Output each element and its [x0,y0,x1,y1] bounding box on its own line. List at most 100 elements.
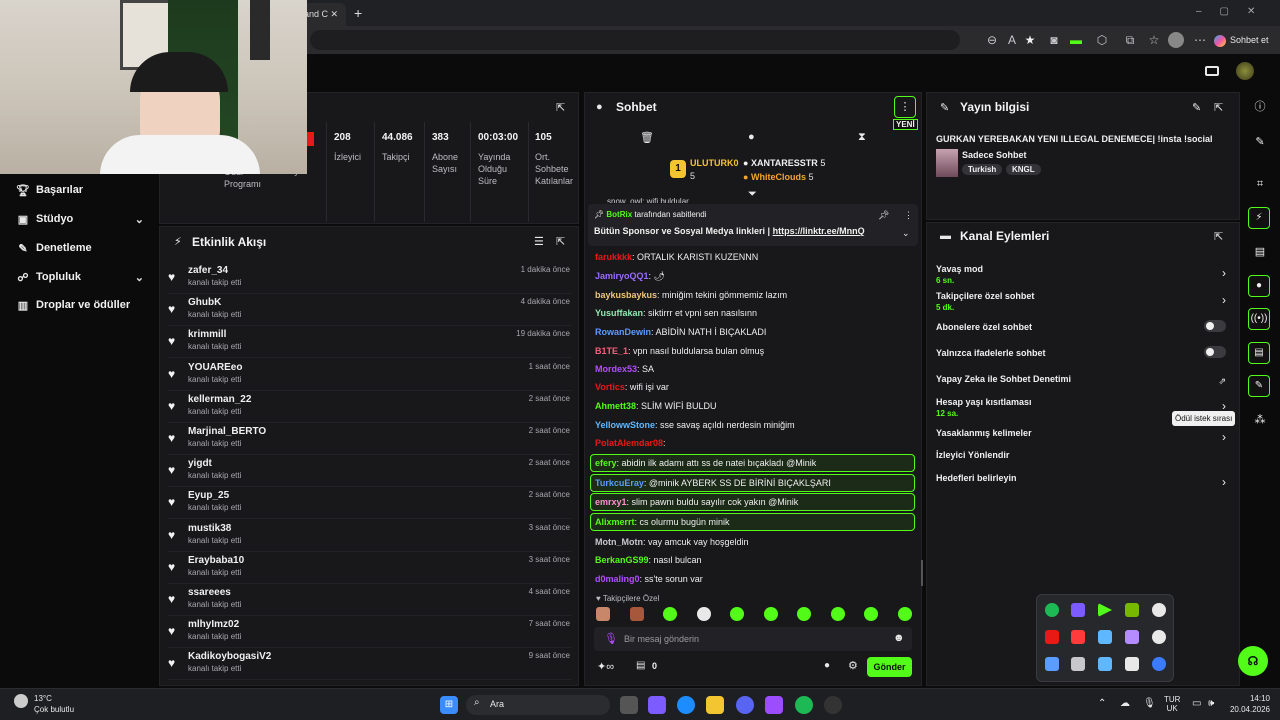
favorites-icon[interactable]: ☆ [1146,32,1162,48]
edge-icon[interactable] [677,696,695,714]
activity-item[interactable]: ♥ ssareees kanalı takip etti 4 saat önce [168,584,572,616]
emote-icon[interactable] [730,607,745,621]
microphone-icon[interactable]: 🎙︎ [604,632,618,645]
toggle-switch[interactable] [1204,346,1226,358]
chat-username[interactable]: PolatAlemdar08 [595,438,663,448]
usb-icon[interactable] [1125,657,1139,671]
browser-menu-icon[interactable]: ⋯ [1192,32,1208,48]
emote-icon[interactable] [696,607,711,621]
gift-icon[interactable]: ▤ [636,660,645,671]
steam-icon[interactable] [1045,657,1059,671]
nvidia-icon[interactable] [1125,603,1139,617]
activity-item[interactable]: ♥ krimmill kanalı takip etti 19 dakika önce [168,326,572,359]
nav-item-community[interactable]: ☍ Topluluk ⌄ [16,266,146,288]
chat-username[interactable]: BerkanGS99 [595,555,649,565]
popout-icon[interactable]: ⇱ [556,101,565,114]
weather-temp[interactable]: 13°C [34,694,52,703]
copilot-chat-button[interactable]: Sohbet et [1214,31,1269,49]
language-indicator[interactable]: TUR UK [1164,695,1180,713]
broadcast-button[interactable]: ((•)) [1248,308,1270,330]
nav-item-studio[interactable]: ▣ Stüdyo ⌄ [16,208,146,230]
activity-username[interactable]: KadikoybogasiV2 [188,651,271,662]
pinned-link[interactable]: https://linktr.ee/MnnQ [773,226,865,236]
channel-action-item[interactable]: Yalnızca ifadelerle sohbet [936,346,1232,358]
activity-username[interactable]: kellerman_22 [188,394,251,405]
activity-username[interactable]: YOUAREeo [188,362,242,373]
taskbar-search[interactable] [466,695,610,715]
stream-info-button[interactable]: ▤ [1248,342,1270,364]
nav-item-drops[interactable]: ▥ Droplar ve ödüller [16,294,146,316]
popout-icon[interactable]: ⇱ [556,235,565,248]
emote-icon[interactable] [629,607,644,621]
chat-username[interactable]: Alixmerrt [595,517,635,527]
weather-icon[interactable] [14,694,28,708]
activity-item[interactable]: ♥ GhubK kanalı takip etti 4 dakika önce [168,294,572,327]
send-button[interactable]: Gönder [867,657,912,677]
chat-username[interactable]: JamiryoQQ1 [595,271,649,281]
trash-icon[interactable]: 🗑︎ [640,131,654,144]
activity-item[interactable]: ♥ Eyup_25 kanalı takip etti 2 saat önce [168,487,572,520]
chat-username[interactable]: Ahmett38 [595,401,636,411]
user-avatar[interactable] [1236,62,1254,80]
emote-icon[interactable] [864,607,879,621]
chat-username[interactable]: B1TE_1 [595,346,628,356]
activity-username[interactable]: krimmill [188,329,226,340]
popout-icon[interactable]: ⇱ [1214,101,1223,114]
new-tab-button[interactable]: + [354,5,362,21]
extension-icon[interactable]: ◙ [1046,32,1062,48]
info-icon[interactable]: ⓘ [1252,99,1268,115]
activity-username[interactable]: yigdt [188,458,212,469]
activity-username[interactable]: mustik38 [188,523,231,534]
channel-action-item[interactable]: Yapay Zeka ile Sohbet Denetimi ⇗ [936,374,1232,387]
lightning-button[interactable]: ⚡︎ [1248,207,1270,229]
bluetooth-icon[interactable] [1152,657,1166,671]
activity-item[interactable]: ♥ yigdt kanalı takip etti 2 saat önce [168,455,572,488]
activity-username[interactable]: Marjinal_BERTO [188,426,266,437]
volume-icon[interactable]: 🕪︎ [1208,698,1214,709]
edit-icon[interactable]: ✎ [1192,101,1201,114]
filter-icon[interactable]: ☰ [534,235,544,248]
reward-queue-icon[interactable]: ⁂ [1252,412,1268,428]
chat-username[interactable]: baykusbaykus [595,290,657,300]
activity-item[interactable]: ♥ KadikoybogasiV2 kanalı takip etti 9 saat … [168,648,572,681]
windows-start-icon[interactable]: ⊞ [440,696,458,714]
pinned-menu-icon[interactable]: ⋮ [904,210,913,221]
activity-item[interactable]: ♥ kellerman_22 kanalı takip etti 2 saat önc… [168,391,572,423]
activity-username[interactable]: Eyup_25 [188,490,229,501]
task-view-icon[interactable] [620,696,638,714]
tag-chip[interactable]: KNGL [1006,164,1041,175]
activity-username[interactable]: mlhyImz02 [188,619,239,630]
chat-username[interactable]: emrxy1 [595,497,627,507]
support-button[interactable]: ☊ [1238,646,1268,676]
chat-username[interactable]: Mordex53 [595,364,637,374]
chat-scrollbar[interactable] [921,560,923,586]
channel-action-item[interactable]: Yasaklanmış kelimeler › [936,428,1232,444]
activity-username[interactable]: ssareees [188,587,231,598]
app-taskbar-icon[interactable] [765,696,783,714]
activity-item[interactable]: ♥ YOUAREeo kanalı takip etti 1 saat önce [168,359,572,391]
app-icon[interactable] [1152,603,1166,617]
network-tray-icon[interactable]: ☁︎ [1120,698,1130,709]
chevron-down-icon[interactable]: ⌄ [902,228,910,239]
app-icon[interactable] [1071,630,1085,644]
clock[interactable]: 14:10 20.04.2026 [1226,694,1270,714]
chat-bubble-icon[interactable]: ● [824,660,830,671]
hourglass-icon[interactable]: ⧗ [858,131,866,144]
nav-item-moderation[interactable]: ✎ Denetleme [16,237,146,259]
weather-desc[interactable]: Çok bulutlu [34,705,74,714]
file-explorer-icon[interactable] [706,696,724,714]
spotify-icon[interactable] [1045,603,1059,617]
external-link-icon[interactable]: ⇗ [1218,376,1226,387]
window-controls[interactable]: –▢✕ [1196,6,1273,17]
activity-username[interactable]: GhubK [188,297,221,308]
kick-extension-icon[interactable]: ▬ [1068,32,1084,48]
emote-icon[interactable] [596,607,610,621]
split-screen-icon[interactable]: ⧉ [1122,32,1138,48]
category-name[interactable]: Sadece Sohbet [962,150,1027,160]
app-icon[interactable] [1098,657,1112,671]
chat-username[interactable]: RowanDewin [595,327,651,337]
chat-username[interactable]: Vortics [595,382,625,392]
profile-avatar-icon[interactable] [1168,32,1184,48]
channel-action-item[interactable]: Hedefleri belirleyin › [936,473,1232,489]
wrench-button[interactable]: ✎ [1248,375,1270,397]
